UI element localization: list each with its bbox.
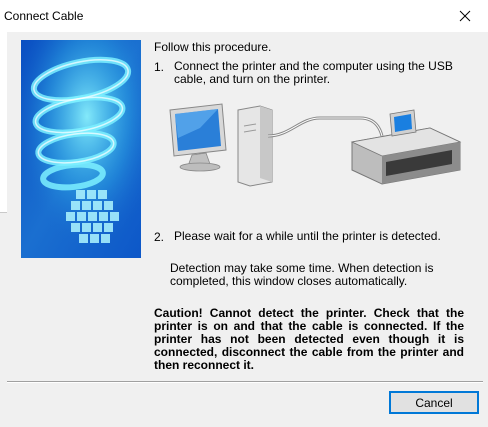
- caution-message: Caution! Cannot detect the printer. Chec…: [154, 306, 464, 372]
- spiral-banner-image: [21, 40, 141, 258]
- button-divider: [7, 381, 483, 383]
- title-bar: Connect Cable: [0, 0, 488, 32]
- window-left-edge: [0, 32, 7, 427]
- step-number: 2.: [154, 230, 165, 244]
- cancel-button[interactable]: Cancel: [389, 391, 479, 414]
- window-title: Connect Cable: [4, 9, 84, 23]
- step-text: Connect the printer and the computer usi…: [174, 59, 453, 86]
- close-icon: [459, 10, 471, 22]
- step-number: 1.: [154, 60, 165, 74]
- close-button[interactable]: [442, 0, 488, 32]
- computer-printer-connection-illustration: [169, 103, 462, 187]
- intro-text: Follow this procedure.: [154, 40, 272, 54]
- step-text: Please wait for a while until the printe…: [174, 229, 441, 243]
- detection-note: Detection may take some time. When detec…: [170, 261, 434, 288]
